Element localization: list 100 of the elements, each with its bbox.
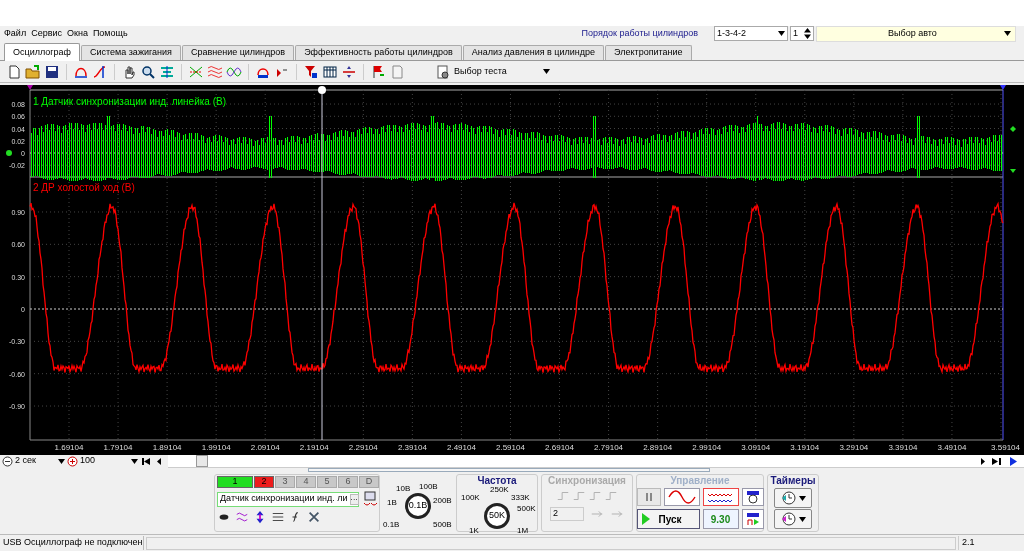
axis-tick-label: 3.49104 <box>937 443 967 452</box>
noise-wave-button[interactable] <box>702 488 739 506</box>
vertical-measure-icon[interactable] <box>92 63 108 80</box>
caret-icon <box>798 516 806 522</box>
auto-start-button[interactable] <box>741 509 764 529</box>
group-title: Управление <box>670 475 730 487</box>
gear-document-icon <box>436 64 450 79</box>
channel-button[interactable]: D <box>359 476 379 488</box>
timebase-dropdown[interactable]: 2 сек <box>15 454 65 468</box>
monitor-swap-icon[interactable] <box>362 491 378 507</box>
offset-handle-icon[interactable] <box>1010 169 1016 173</box>
clock-pause-icon <box>780 511 797 527</box>
group-title: Таймеры <box>770 475 816 487</box>
channel-dot-icon[interactable] <box>6 150 12 156</box>
auto-timer-button[interactable] <box>741 488 764 506</box>
menu-item[interactable]: Помощь <box>92 26 128 41</box>
axis-tick-label: 3.19104 <box>790 443 820 452</box>
test-select-dropdown[interactable]: Выбор теста <box>432 62 554 81</box>
axis-tick-label: 1.89104 <box>152 443 182 452</box>
step-back-icon[interactable] <box>154 455 164 467</box>
dial-label: 1M <box>517 527 529 535</box>
zoom-in-icon[interactable] <box>67 455 78 467</box>
tab[interactable]: Анализ давления в цилиндре <box>462 45 605 60</box>
timer-button[interactable] <box>774 488 812 508</box>
sine-wave-button[interactable] <box>663 488 700 506</box>
channel-button[interactable]: 1 <box>217 476 253 488</box>
channel-button[interactable]: 3 <box>275 476 295 488</box>
caret-icon <box>1004 31 1011 36</box>
cursor-line[interactable] <box>318 86 326 441</box>
dial-label: 333K <box>511 494 530 502</box>
layers-icon[interactable] <box>159 63 175 80</box>
open-folder-icon[interactable] <box>25 63 41 80</box>
channel-button[interactable]: 4 <box>296 476 316 488</box>
sine-wave-icon <box>666 490 697 504</box>
save-icon[interactable] <box>44 63 60 80</box>
dial-label: 10В <box>396 485 411 493</box>
dial-knob[interactable]: 50K <box>484 503 510 529</box>
table-icon[interactable] <box>322 63 338 80</box>
dial-label: 0.1В <box>383 521 400 529</box>
channel-button[interactable]: 5 <box>317 476 337 488</box>
cylinder-order-dropdown[interactable]: 1-3-4-2 <box>714 26 788 41</box>
axis-tick-label: 2.09104 <box>250 443 280 452</box>
dial-label: 100В <box>419 483 438 491</box>
axis-tick-label: 2.39104 <box>397 443 427 452</box>
stacked-waves-icon[interactable] <box>207 63 223 80</box>
axis-tick-label: 2.59104 <box>496 443 525 452</box>
tab[interactable]: Осциллограф <box>4 43 80 61</box>
axis-tick-label: 3.59104 <box>991 443 1020 452</box>
axis-tick-label: 1.99104 <box>201 443 231 452</box>
caret-icon <box>58 458 65 464</box>
group-title: Частота <box>477 475 517 487</box>
splitter-handle[interactable] <box>308 468 710 472</box>
dial-label: 500В <box>433 521 452 529</box>
timer-button[interactable] <box>774 509 812 529</box>
step-forward-icon[interactable] <box>978 455 988 467</box>
menu-item[interactable]: Окна <box>66 26 88 41</box>
tab[interactable]: Сравнение цилиндров <box>181 45 295 60</box>
status-text: USB Осциллограф не подключен <box>0 536 144 550</box>
play-icon <box>640 512 651 526</box>
axis-tick-label: 2.99104 <box>692 443 722 452</box>
menu-item[interactable]: Файл <box>4 26 27 41</box>
axis-tick-label: 2.89104 <box>643 443 673 452</box>
axis-tick-label: 2.69104 <box>545 443 574 452</box>
flag-icon[interactable] <box>370 63 386 80</box>
tab[interactable]: Эффективность работы цилиндров <box>295 45 462 60</box>
axis-tick-label: 1.69104 <box>54 443 84 452</box>
tab[interactable]: Электропитание <box>605 45 692 60</box>
caret-icon <box>798 495 806 501</box>
status-value: 2.1 <box>958 536 1024 550</box>
zoom-out-icon[interactable] <box>2 455 13 467</box>
dial-label: 250K <box>490 486 509 494</box>
wave-scale-icon[interactable] <box>235 510 249 524</box>
horizontal-lines-icon[interactable] <box>271 510 285 524</box>
channel-button[interactable]: 6 <box>338 476 358 488</box>
dial-label: 200В <box>433 497 452 505</box>
scale-handle-icon[interactable] <box>1010 126 1016 132</box>
spin-arrows-icon[interactable] <box>804 28 811 39</box>
auto-start-icon <box>745 512 760 526</box>
start-marker-icon[interactable] <box>27 85 33 90</box>
channel-title: 1 Датчик синхронизации инд. линейка (В) <box>33 96 226 107</box>
menu-item[interactable]: Сервис <box>31 26 62 41</box>
start-button[interactable]: Пуск <box>636 509 700 529</box>
end-marker-icon[interactable] <box>1000 85 1006 90</box>
axis-tick-label: 2.19104 <box>299 443 329 452</box>
magnifier-icon[interactable] <box>140 63 156 80</box>
channel-title: 2 ДР холостой ход (В) <box>33 182 135 193</box>
zoom-dropdown[interactable]: 100 <box>80 454 138 468</box>
skip-start-icon[interactable] <box>140 455 152 467</box>
cylinder-order-label: Порядок работы цилиндров <box>581 26 698 40</box>
auto-clock-icon <box>745 490 760 504</box>
axis-tick-label: 2.29104 <box>348 443 378 452</box>
axis-tick-label: 3.39104 <box>888 443 918 452</box>
tab[interactable]: Система зажигания <box>81 45 181 60</box>
new-file-icon[interactable] <box>6 63 22 80</box>
cylinder-spinner[interactable]: 1 <box>790 26 814 41</box>
funnel-icon[interactable] <box>303 63 319 80</box>
pause-button[interactable] <box>636 488 661 506</box>
skip-end-icon[interactable] <box>990 455 1004 467</box>
channel-button[interactable]: 2 <box>254 476 274 488</box>
dial-knob[interactable]: 0.1В <box>405 493 431 519</box>
